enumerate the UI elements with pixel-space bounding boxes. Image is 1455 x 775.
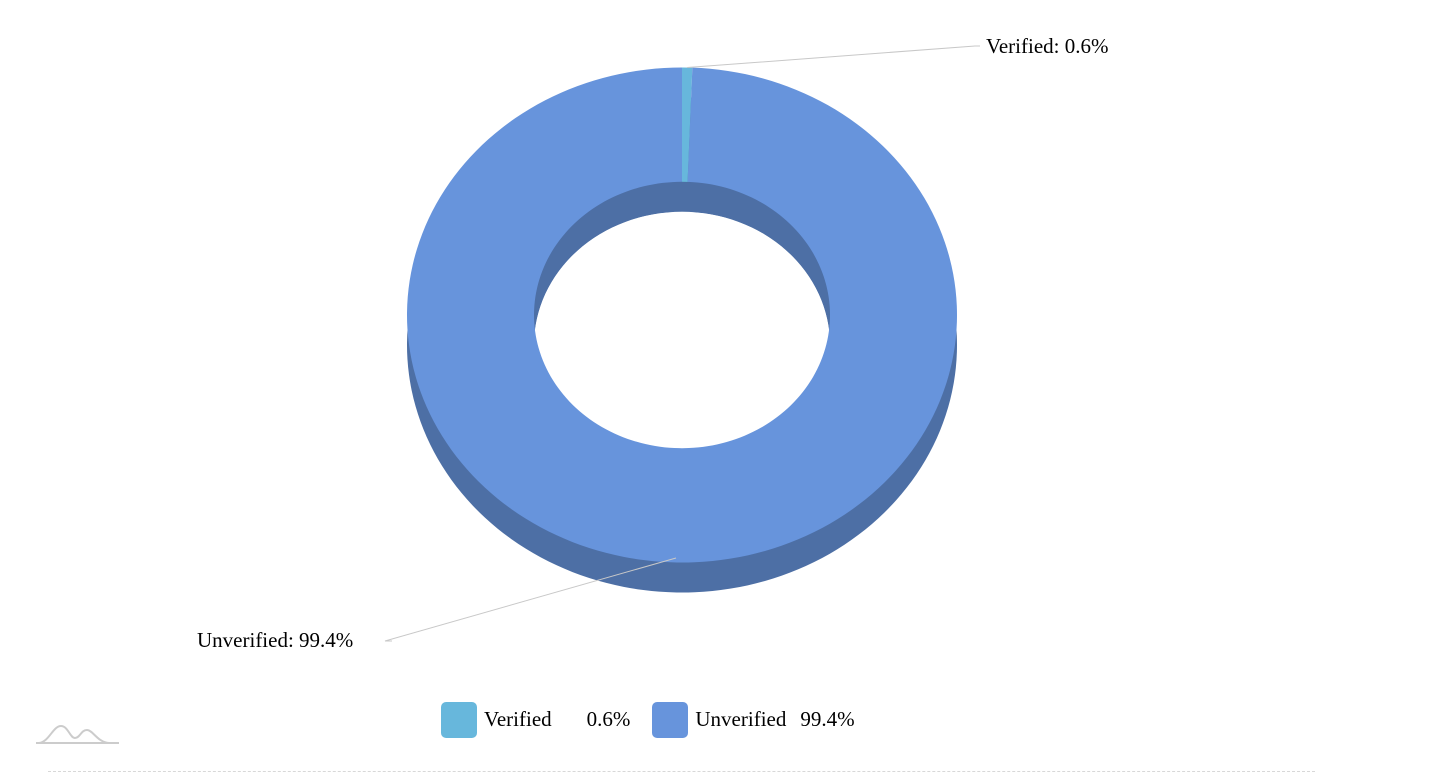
legend-label-verified: Verified xyxy=(484,707,552,731)
leader-line-verified xyxy=(687,45,980,69)
legend-label-unverified: Unverified xyxy=(695,707,787,731)
legend-item-verified[interactable]: Verified 0.6% xyxy=(441,701,631,738)
donut-chart: Verified: 0.6% Unverified: 99.4% xyxy=(197,34,1108,652)
legend-swatch-verified xyxy=(441,701,477,738)
leader-line-unverified xyxy=(384,557,677,642)
slice-label-unverified: Unverified: 99.4% xyxy=(197,628,353,652)
legend-value-unverified: 99.4% xyxy=(800,707,855,731)
slice-label-verified: Verified: 0.6% xyxy=(986,34,1108,58)
legend-swatch-unverified xyxy=(652,701,689,738)
legend-value-verified: 0.6% xyxy=(586,707,631,731)
amcharts-logo-icon[interactable] xyxy=(35,722,119,746)
bottom-divider xyxy=(48,771,1315,772)
legend-item-unverified[interactable]: Unverified 99.4% xyxy=(652,701,855,738)
legend: Verified 0.6% Unverified 99.4% xyxy=(441,701,877,738)
